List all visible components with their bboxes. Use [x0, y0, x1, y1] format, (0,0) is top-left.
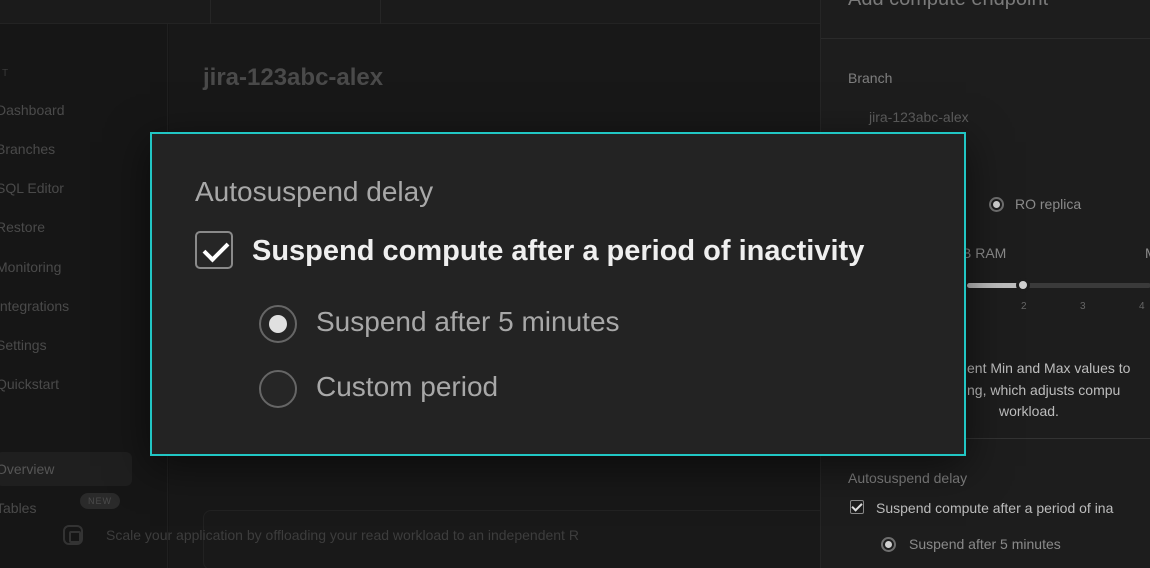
slider-tick: 2 [1021, 301, 1027, 312]
suspend-5min-label: Suspend after 5 minutes [316, 306, 620, 337]
read-replica-icon [63, 525, 83, 545]
suspend-checkbox[interactable] [850, 500, 864, 514]
branch-label: Branch [848, 70, 893, 86]
panel-divider [821, 38, 1150, 39]
compute-size-slider[interactable] [967, 283, 1150, 288]
sidebar-item-monitoring[interactable]: Monitoring [0, 250, 132, 284]
suspend-checkbox-label: Suspend compute after a period of ina [876, 500, 1114, 516]
sidebar-item-settings[interactable]: Settings [0, 328, 132, 362]
top-bar [0, 0, 820, 24]
sidebar-item-quickstart[interactable]: Quickstart [0, 367, 132, 401]
autosuspend-callout: Autosuspend delay Suspend compute after … [150, 132, 966, 456]
sidebar: T Dashboard Branches SQL Editor Restore … [0, 24, 168, 568]
panel-divider [961, 438, 1150, 439]
ro-replica-label: RO replica [1015, 196, 1082, 212]
custom-period-label: Custom period [316, 371, 499, 402]
autoscaling-help-line: workload. [999, 403, 1059, 419]
sidebar-section-heading: T [2, 68, 10, 79]
panel-title: Add compute endpoint [848, 0, 1048, 11]
slider-tick: 3 [1080, 301, 1086, 312]
autoscaling-help-line: ng, which adjusts compu [967, 382, 1121, 398]
custom-period-radio[interactable] [259, 370, 297, 408]
top-bar-divider [380, 0, 381, 24]
autosuspend-heading: Autosuspend delay [195, 176, 434, 207]
suspend-5min-radio[interactable] [259, 305, 297, 343]
slider-tick: 4 [1139, 301, 1145, 312]
info-text: Scale your application by offloading you… [106, 527, 579, 543]
suspend-checkbox-label: Suspend compute after a period of inacti… [252, 235, 865, 267]
new-badge: NEW [80, 493, 120, 509]
max-label: M [1145, 245, 1150, 261]
page-title: jira-123abc-alex [203, 64, 384, 91]
autosuspend-label: Autosuspend delay [848, 470, 968, 486]
sidebar-item-overview[interactable]: Overview [0, 452, 132, 486]
suspend-5min-label: Suspend after 5 minutes [909, 536, 1061, 552]
branch-select[interactable]: jira-123abc-alex [869, 109, 969, 125]
sidebar-item-branches[interactable]: Branches [0, 132, 132, 166]
sidebar-item-restore[interactable]: Restore [0, 210, 132, 244]
ram-label: B RAM [962, 245, 1007, 261]
ro-replica-radio[interactable] [989, 197, 1004, 212]
suspend-5min-radio[interactable] [881, 537, 896, 552]
slider-thumb[interactable] [1016, 278, 1030, 292]
suspend-checkbox[interactable] [195, 231, 233, 269]
autoscaling-help-line: ent Min and Max values to [967, 360, 1131, 376]
sidebar-item-dashboard[interactable]: Dashboard [0, 93, 132, 127]
sidebar-item-sql-editor[interactable]: SQL Editor [0, 171, 132, 205]
top-bar-divider [210, 0, 211, 24]
sidebar-item-integrations[interactable]: Integrations [0, 289, 132, 323]
